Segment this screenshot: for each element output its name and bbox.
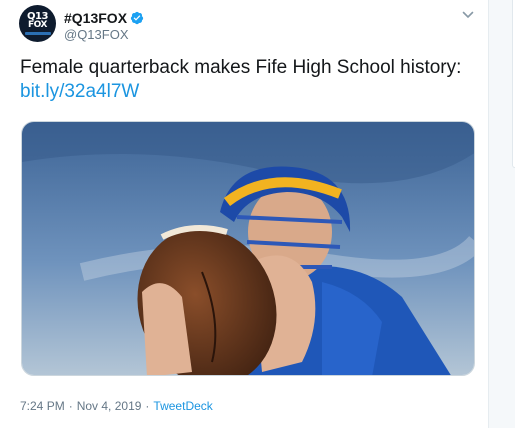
tweet-source-link[interactable]: TweetDeck <box>153 399 212 413</box>
tweet-date[interactable]: Nov 4, 2019 <box>77 399 142 413</box>
handle[interactable]: @Q13FOX <box>64 27 129 42</box>
tweet-meta: 7:24 PM · Nov 4, 2019 · TweetDeck <box>20 399 213 413</box>
tweet-link[interactable]: bit.ly/32a4l7W <box>20 80 139 104</box>
tweet-media-image[interactable] <box>21 121 475 376</box>
tweet-time[interactable]: 7:24 PM <box>20 399 65 413</box>
meta-separator: · <box>145 399 150 413</box>
avatar-logo-stripe <box>24 32 51 35</box>
tweet-card: Q13 FOX #Q13FOX @Q13FOX Female quarterba… <box>0 0 489 428</box>
tweet-text: Female quarterback makes Fife High Schoo… <box>20 57 462 78</box>
avatar[interactable]: Q13 FOX <box>19 5 56 42</box>
meta-separator: · <box>68 399 73 413</box>
verified-badge-icon <box>130 11 144 25</box>
display-name[interactable]: #Q13FOX <box>64 10 127 26</box>
chevron-down-icon[interactable] <box>462 9 474 21</box>
display-name-row[interactable]: #Q13FOX <box>64 10 144 26</box>
avatar-logo-text-bottom: FOX <box>28 20 47 30</box>
football-player-photo <box>22 122 474 375</box>
